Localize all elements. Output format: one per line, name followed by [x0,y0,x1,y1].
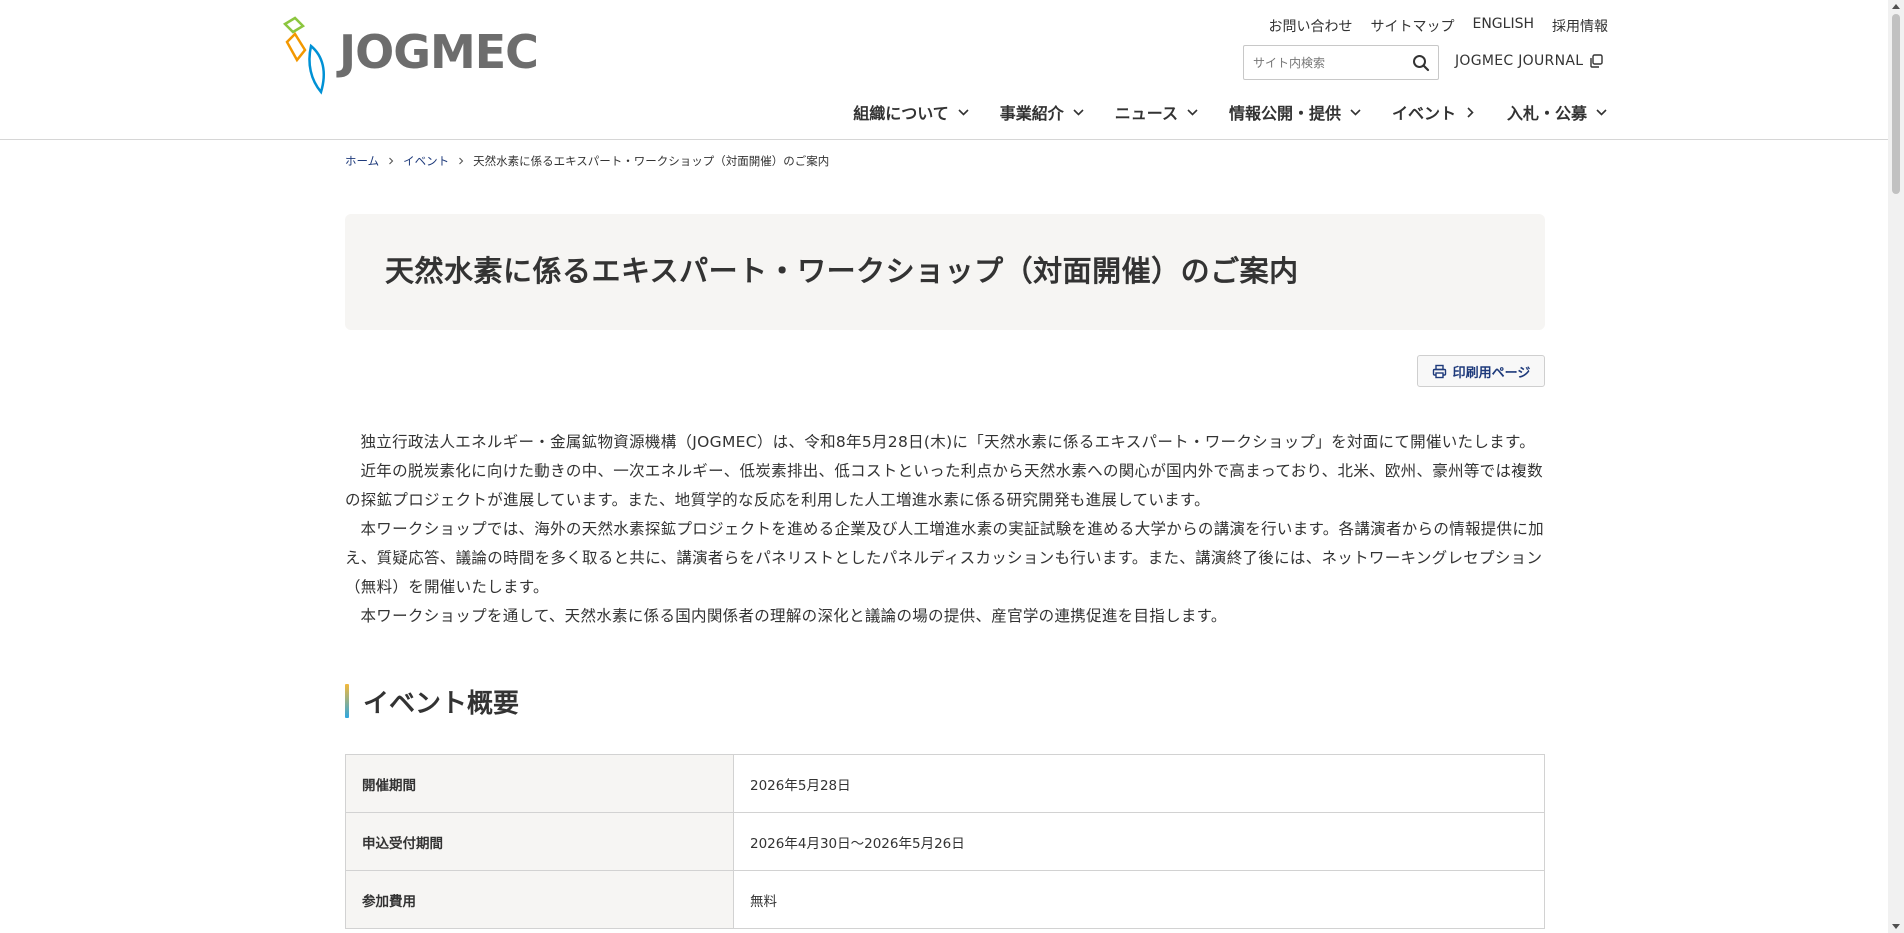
section-heading: イベント概要 [345,684,520,719]
table-row: 申込受付期間 2026年4月30日～2026年5月26日 [345,812,1545,871]
print-page-button[interactable]: 印刷用ページ [1417,355,1545,387]
chevron-down-icon [1073,108,1084,116]
global-nav: 組織について 事業紹介 ニュース 情報公開・提供 イベント 入札・公募 [853,100,1608,124]
chevron-down-icon [958,108,969,116]
nav-item-business[interactable]: 事業紹介 [1000,100,1085,124]
table-row: 開催期間 2026年5月28日 [345,754,1545,813]
nav-item-events[interactable]: イベント [1392,100,1477,124]
section-accent-bar [345,684,349,718]
journal-label: JOGMEC JOURNAL [1455,53,1584,69]
intro-paragraph: 独立行政法人エネルギー・金属鉱物資源機構（JOGMEC）は、令和8年5月28日(… [360,433,1536,451]
intro-text: 独立行政法人エネルギー・金属鉱物資源機構（JOGMEC）は、令和8年5月28日(… [345,428,1547,631]
breadcrumb-current: 天然水素に係るエキスパート・ワークショップ（対面開催）のご案内 [473,154,830,168]
chevron-right-icon [459,157,464,165]
nav-item-information[interactable]: 情報公開・提供 [1229,100,1362,124]
nav-item-label: イベント [1391,104,1456,123]
utility-links: お問い合わせ サイトマップ ENGLISH 採用情報 [1268,16,1608,36]
site-header: JOGMEC お問い合わせ サイトマップ ENGLISH 採用情報 JOGMEC… [0,0,1888,140]
chevron-right-icon [1467,106,1474,118]
intro-paragraph: 本ワークショップを通して、天然水素に係る国内関係者の理解の深化と議論の場の提供、… [360,607,1227,625]
scroll-thumb[interactable] [1892,14,1900,194]
page-title-box: 天然水素に係るエキスパート・ワークショップ（対面開催）のご案内 [345,214,1545,330]
breadcrumb-home[interactable]: ホーム [345,153,379,169]
logo-text: JOGMEC [339,25,539,79]
nav-item-news[interactable]: ニュース [1115,100,1199,124]
printer-icon [1432,364,1446,378]
page-scrollbar[interactable] [1888,0,1904,933]
nav-item-label: 情報公開・提供 [1228,104,1341,123]
print-label: 印刷用ページ [1452,365,1531,381]
contact-link[interactable]: お問い合わせ [1268,16,1352,36]
chevron-down-icon [1187,108,1198,116]
scroll-down-icon[interactable] [1892,924,1900,929]
recruit-link[interactable]: 採用情報 [1552,16,1608,36]
jogmec-journal-link[interactable]: JOGMEC JOURNAL [1455,53,1604,69]
nav-item-label: 入札・公募 [1506,104,1587,123]
chevron-down-icon [1350,108,1361,116]
section-title: イベント概要 [363,688,520,719]
site-logo[interactable]: JOGMEC [281,16,539,96]
nav-item-bidding[interactable]: 入札・公募 [1507,100,1608,124]
external-link-icon [1590,54,1604,68]
table-value-cell: 2026年4月30日～2026年5月26日 [733,812,1545,871]
search-input[interactable] [1244,46,1404,79]
table-header-cell: 申込受付期間 [345,812,734,871]
scroll-up-icon[interactable] [1892,4,1900,9]
nav-item-label: ニュース [1114,104,1178,123]
breadcrumb: ホーム イベント 天然水素に係るエキスパート・ワークショップ（対面開催）のご案内 [345,153,829,169]
chevron-down-icon [1596,108,1607,116]
nav-item-label: 事業紹介 [999,104,1064,123]
chevron-right-icon [389,157,394,165]
table-header-cell: 参加費用 [345,870,734,929]
sitemap-link[interactable]: サイトマップ [1370,16,1454,36]
nav-item-label: 組織について [853,104,949,123]
nav-item-organization[interactable]: 組織について [853,100,970,124]
english-link[interactable]: ENGLISH [1472,16,1534,36]
table-value-cell: 無料 [733,870,1545,929]
table-row: 参加費用 無料 [345,870,1545,929]
search-icon[interactable] [1412,54,1430,72]
table-value-cell: 2026年5月28日 [733,754,1545,813]
table-header-cell: 開催期間 [345,754,734,813]
breadcrumb-event[interactable]: イベント [403,153,449,169]
intro-paragraph: 本ワークショップでは、海外の天然水素探鉱プロジェクトを進める企業及び人工増進水素… [345,520,1544,596]
site-search [1243,45,1439,80]
jogmec-logo-mark-icon [282,16,325,95]
event-overview-table: 開催期間 2026年5月28日 申込受付期間 2026年4月30日～2026年5… [345,754,1545,929]
intro-paragraph: 近年の脱炭素化に向けた動きの中、一次エネルギー、低炭素排出、低コストといった利点… [345,462,1543,509]
page-title: 天然水素に係るエキスパート・ワークショップ（対面開催）のご案内 [385,254,1299,288]
